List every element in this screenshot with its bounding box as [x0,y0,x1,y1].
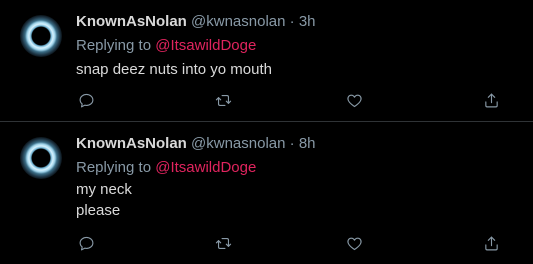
separator-dot: · [289,13,295,30]
heart-icon [346,237,362,250]
replying-to: Replying to @ItsawildDoge [76,158,256,178]
tweet-header: KnownAsNolan @kwnasnolan · 3h [76,12,316,32]
reply-button[interactable] [74,231,98,255]
tweet[interactable]: KnownAsNolan @kwnasnolan · 8h Replying t… [0,122,533,264]
tweet-actions [76,88,506,112]
like-button[interactable] [342,231,366,255]
mention-link[interactable]: @ItsawildDoge [155,37,256,54]
tweet-text: my neck please [76,179,132,221]
avatar[interactable] [20,15,62,57]
share-button[interactable] [479,88,503,112]
avatar[interactable] [20,137,62,179]
reply-icon [79,236,93,250]
heart-icon [346,94,362,107]
reply-icon [79,93,93,107]
display-name[interactable]: KnownAsNolan [76,135,187,152]
user-handle[interactable]: @kwnasnolan [191,135,285,152]
separator-dot: · [289,135,295,152]
user-handle[interactable]: @kwnasnolan [191,13,285,30]
tweet-actions [76,231,506,255]
tweet-text: snap deez nuts into yo mouth [76,59,272,80]
share-icon [484,93,498,107]
tweet-header: KnownAsNolan @kwnasnolan · 8h [76,134,316,154]
share-button[interactable] [479,231,503,255]
share-icon [484,236,498,250]
replying-to-label: Replying to [76,159,152,176]
display-name[interactable]: KnownAsNolan [76,13,187,30]
timestamp[interactable]: 3h [299,13,316,30]
timestamp[interactable]: 8h [299,135,316,152]
tweet-text-line: please [76,202,121,219]
mention-link[interactable]: @ItsawildDoge [155,159,256,176]
retweet-button[interactable] [211,88,235,112]
retweet-icon [215,237,231,249]
tweet-text-line: snap deez nuts into yo mouth [76,61,272,78]
retweet-icon [215,94,231,106]
tweet[interactable]: KnownAsNolan @kwnasnolan · 3h Replying t… [0,0,533,121]
retweet-button[interactable] [211,231,235,255]
replying-to-label: Replying to [76,37,152,54]
replying-to: Replying to @ItsawildDoge [76,36,256,56]
like-button[interactable] [342,88,366,112]
reply-button[interactable] [74,88,98,112]
tweet-text-line: my neck [76,181,132,198]
